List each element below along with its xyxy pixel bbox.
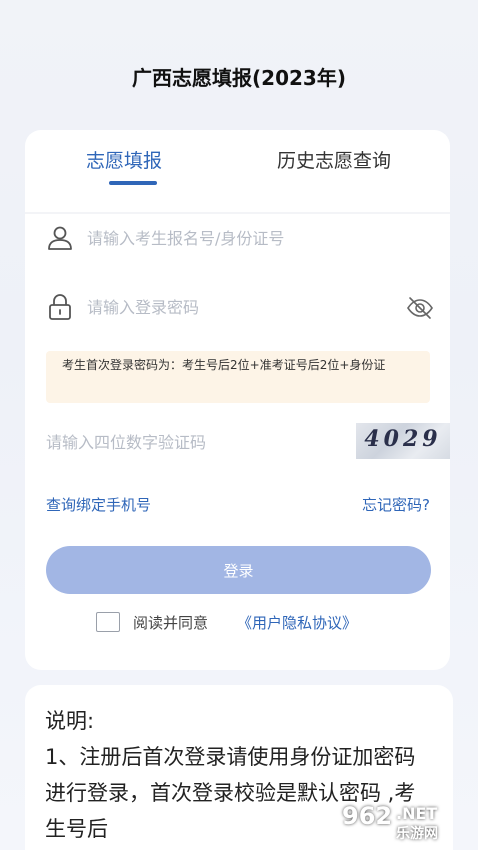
- privacy-agreement-link[interactable]: 《用户隐私协议》: [237, 612, 357, 633]
- password-input[interactable]: [87, 292, 387, 322]
- lock-icon: [49, 294, 71, 320]
- active-tab-indicator: [109, 181, 157, 185]
- login-card: 志愿填报 历史志愿查询 考生首次登录密码为：考生号后2位+准考证号后2位+身份证…: [25, 130, 450, 670]
- tab-bar: 志愿填报 历史志愿查询: [25, 130, 450, 212]
- login-button[interactable]: 登录: [46, 546, 431, 594]
- captcha-image-text: 4029: [364, 426, 442, 452]
- captcha-input[interactable]: [46, 427, 306, 457]
- watermark-logo: 962: [342, 802, 393, 830]
- bind-phone-link[interactable]: 查询绑定手机号: [46, 494, 151, 515]
- username-input[interactable]: [87, 223, 387, 253]
- captcha-image[interactable]: 4029: [356, 423, 450, 459]
- user-icon: [48, 226, 72, 250]
- password-notice: 考生首次登录密码为：考生号后2位+准考证号后2位+身份证: [46, 351, 430, 403]
- password-field: [45, 287, 435, 327]
- eye-off-icon[interactable]: [405, 293, 435, 323]
- site-watermark: 962 .NET 乐游网: [342, 802, 470, 844]
- tab-history-query[interactable]: 历史志愿查询: [277, 146, 391, 173]
- watermark-site-name: 乐游网: [396, 826, 438, 842]
- instructions-title: 说明:: [45, 709, 95, 733]
- watermark-net: .NET: [396, 804, 438, 823]
- agree-text: 阅读并同意: [133, 614, 209, 632]
- username-field: [45, 218, 435, 258]
- tab-volunteer-fill[interactable]: 志愿填报: [86, 146, 162, 173]
- page-title: 广西志愿填报(2023年): [132, 66, 346, 90]
- agree-checkbox[interactable]: [96, 612, 120, 632]
- tab-divider: [25, 212, 450, 214]
- forgot-password-link[interactable]: 忘记密码?: [362, 494, 430, 515]
- captcha-field: 4029: [46, 421, 450, 465]
